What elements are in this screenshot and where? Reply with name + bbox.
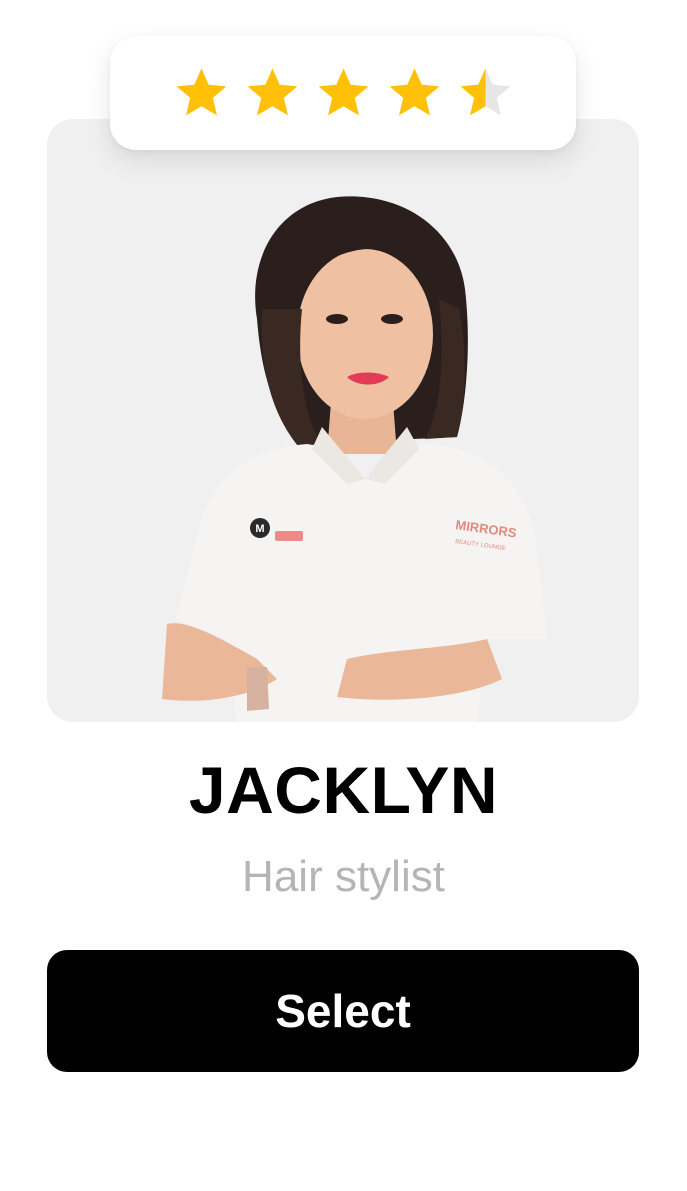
star-half-icon [460, 67, 510, 115]
stylist-portrait: M MIRRORS BEAUTY LOUNGE [162, 196, 547, 722]
badge-letter: M [255, 523, 264, 535]
star-rating [172, 64, 515, 123]
star-icon-filled [318, 67, 368, 115]
select-button[interactable]: Select [47, 950, 639, 1072]
star-icon-filled [247, 67, 297, 115]
stylist-role: Hair stylist [242, 852, 445, 901]
stylist-photo: M MIRRORS BEAUTY LOUNGE [47, 119, 639, 722]
star-icon-filled [176, 67, 226, 115]
star-icon-filled [389, 67, 439, 115]
stylist-name: JACKLYN [188, 753, 499, 827]
rating-card [110, 36, 576, 150]
